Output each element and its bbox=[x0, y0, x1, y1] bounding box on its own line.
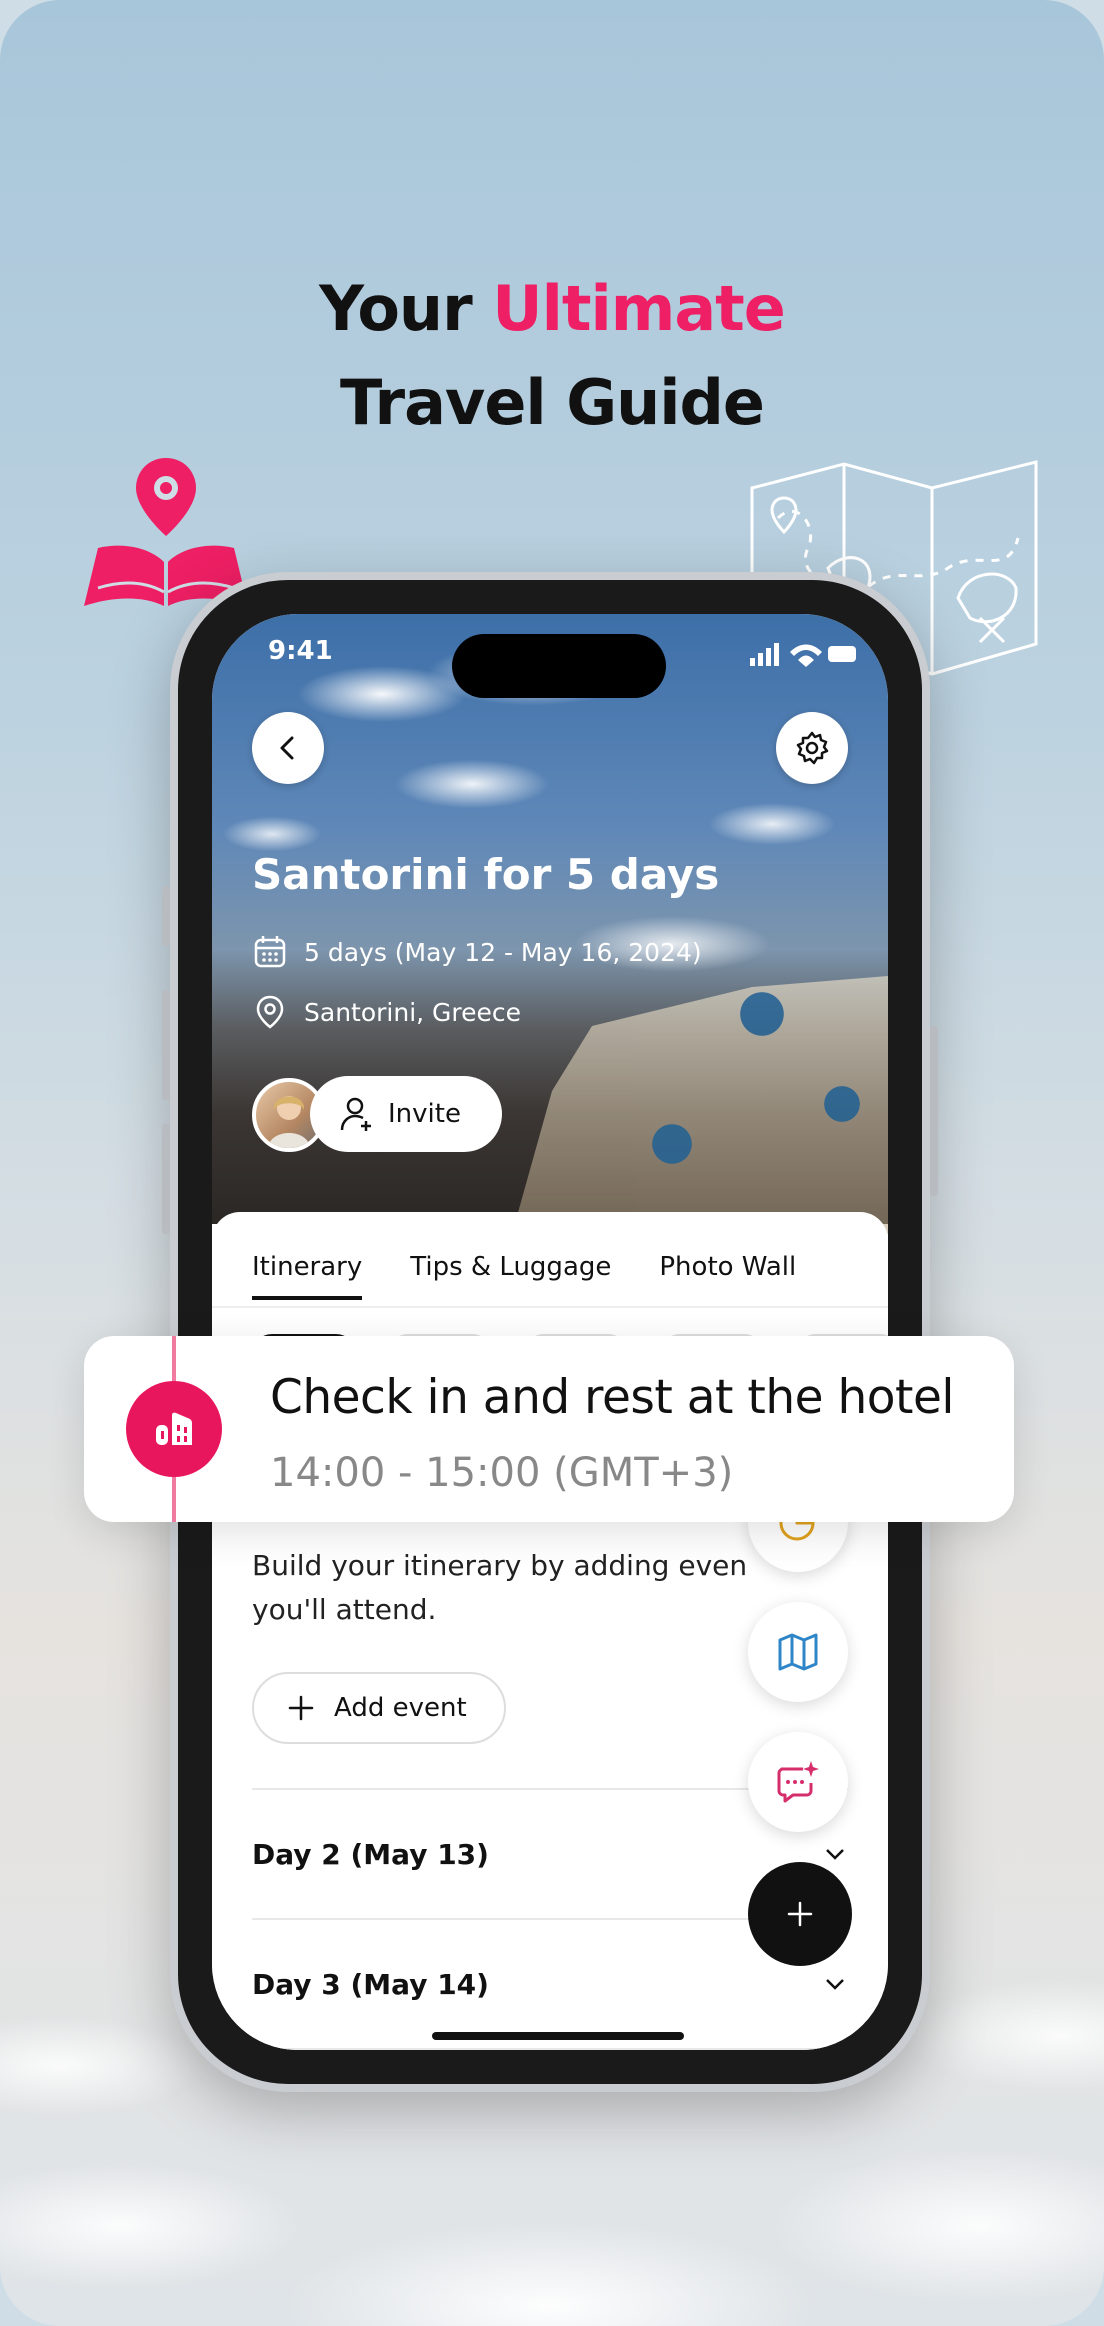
home-indicator bbox=[432, 2032, 684, 2040]
headline-line2: Travel Guide bbox=[340, 366, 765, 439]
event-title: Check in and rest at the hotel bbox=[270, 1370, 954, 1425]
phone-mockup: 9:41 Santorini for 5 days 5 days (May 12… bbox=[162, 572, 938, 2092]
phone-action-button bbox=[162, 886, 170, 946]
phone-power-button bbox=[930, 1026, 938, 1196]
hotel-badge bbox=[126, 1381, 222, 1477]
event-time: 14:00 - 15:00 (GMT+3) bbox=[270, 1450, 734, 1496]
plus-icon bbox=[787, 1901, 813, 1927]
day-row-divider bbox=[252, 2048, 848, 2050]
tab-photo-wall[interactable]: Photo Wall bbox=[659, 1252, 796, 1300]
add-event-label: Add event bbox=[334, 1693, 467, 1723]
back-button[interactable] bbox=[252, 712, 324, 784]
invite-button[interactable]: Invite bbox=[310, 1076, 502, 1152]
trip-location-row: Santorini, Greece bbox=[252, 994, 521, 1030]
day-label: Day 3 (May 14) bbox=[252, 1967, 489, 2001]
add-fab-button[interactable] bbox=[748, 1862, 852, 1966]
ai-chat-icon bbox=[777, 1761, 819, 1803]
status-icons bbox=[750, 640, 860, 674]
tabs-divider bbox=[212, 1306, 888, 1308]
map-button[interactable] bbox=[748, 1602, 848, 1702]
hotel-icon bbox=[156, 1412, 192, 1445]
trip-dates: 5 days (May 12 - May 16, 2024) bbox=[304, 937, 702, 967]
dynamic-island bbox=[452, 634, 666, 698]
add-user-icon bbox=[340, 1097, 371, 1131]
calendar-icon bbox=[254, 936, 286, 968]
trip-location: Santorini, Greece bbox=[304, 997, 522, 1027]
settings-button[interactable] bbox=[776, 712, 848, 784]
headline-accent: Ultimate bbox=[492, 272, 786, 345]
trip-dates-row: 5 days (May 12 - May 16, 2024) bbox=[252, 934, 702, 970]
invite-label: Invite bbox=[388, 1099, 461, 1129]
signal-wifi-battery-icon bbox=[750, 643, 856, 667]
gear-icon bbox=[796, 731, 829, 765]
village-illustration bbox=[512, 974, 888, 1234]
tab-tips-luggage[interactable]: Tips & Luggage bbox=[410, 1252, 611, 1300]
chevron-down-icon bbox=[826, 1849, 844, 1860]
add-event-button[interactable]: Add event bbox=[252, 1672, 506, 1744]
app-screen: 9:41 Santorini for 5 days 5 days (May 12… bbox=[212, 614, 888, 2050]
chevron-down-icon bbox=[826, 1979, 844, 1990]
promo-canvas: Your Ultimate Travel Guide 9:41 Santorin… bbox=[0, 0, 1104, 2326]
tab-bar: Itinerary Tips & Luggage Photo Wall bbox=[252, 1252, 796, 1300]
day-label: Day 2 (May 13) bbox=[252, 1837, 489, 1871]
itinerary-hint: Build your itinerary by adding even you'… bbox=[252, 1549, 748, 1626]
map-pin-icon bbox=[256, 995, 284, 1029]
map-icon bbox=[778, 1633, 818, 1671]
book-pin-icon bbox=[84, 458, 248, 606]
tab-itinerary[interactable]: Itinerary bbox=[252, 1252, 363, 1300]
plus-icon bbox=[288, 1695, 314, 1721]
phone-volume-down bbox=[162, 1124, 170, 1234]
headline: Your Ultimate Travel Guide bbox=[0, 262, 1104, 450]
status-time: 9:41 bbox=[268, 636, 333, 666]
chevron-left-icon bbox=[280, 736, 294, 760]
headline-part1: Your bbox=[319, 272, 493, 345]
trip-title: Santorini for 5 days bbox=[252, 850, 720, 899]
phone-volume-up bbox=[162, 990, 170, 1100]
status-bar: 9:41 bbox=[212, 614, 888, 698]
event-card[interactable]: Check in and rest at the hotel 14:00 - 1… bbox=[84, 1336, 1014, 1522]
ai-chat-button[interactable] bbox=[748, 1732, 848, 1832]
